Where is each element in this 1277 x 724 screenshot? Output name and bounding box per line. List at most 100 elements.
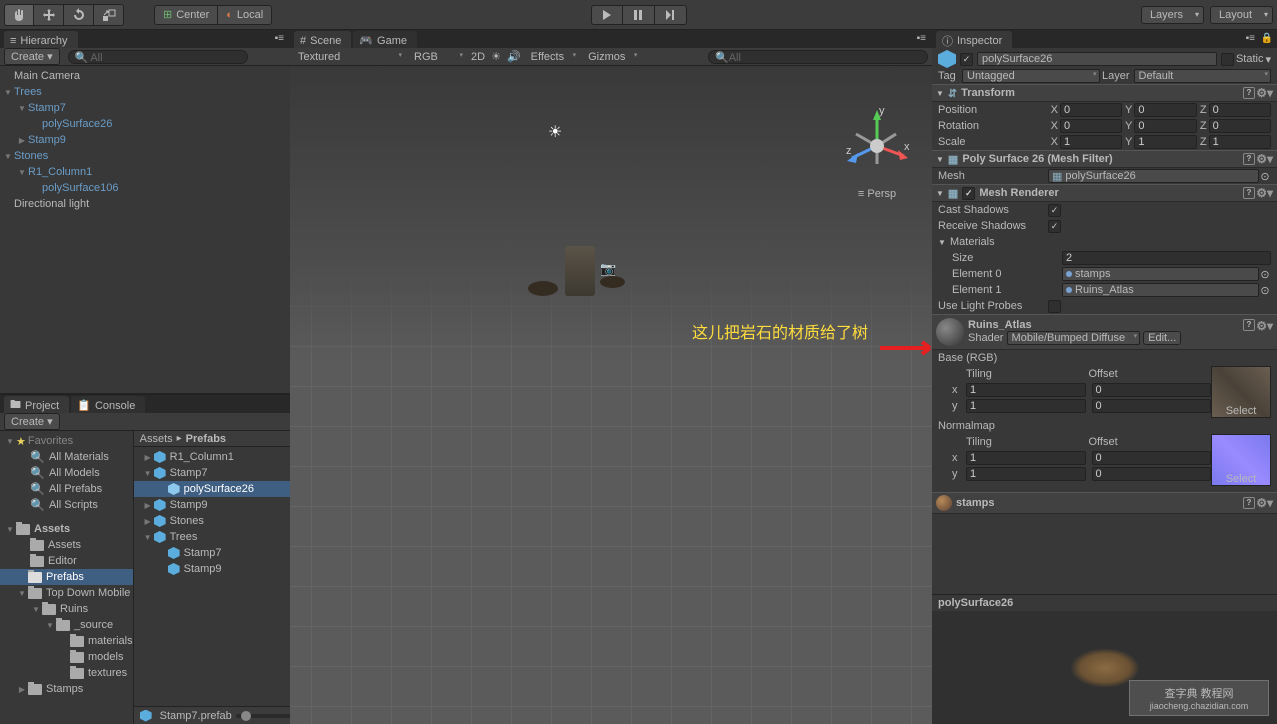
tiling-y[interactable]: 1	[966, 399, 1086, 413]
hand-tool[interactable]	[4, 4, 34, 26]
project-tab[interactable]: 🖿Project	[4, 396, 69, 413]
hierarchy-create[interactable]: Create ▾	[4, 48, 60, 65]
folder-source[interactable]: ▼_source	[0, 617, 133, 633]
draw-mode-dropdown[interactable]: Textured	[294, 51, 404, 63]
hierarchy-item[interactable]: ▼Trees	[0, 84, 290, 100]
folder-stamps[interactable]: ▶Stamps	[0, 681, 133, 697]
scl-y-field[interactable]: 1	[1134, 135, 1196, 149]
object-picker-icon[interactable]: ⊙	[1259, 284, 1271, 297]
help-icon[interactable]: ?	[1243, 497, 1255, 509]
folder-prefabs[interactable]: ▶Prefabs	[0, 569, 133, 585]
scl-x-field[interactable]: 1	[1060, 135, 1122, 149]
gear-icon[interactable]: ⚙▾	[1256, 319, 1273, 333]
asset-tree-stamp7[interactable]: Stamp7	[134, 545, 302, 561]
hierarchy-item[interactable]: ▶Stamp9	[0, 132, 290, 148]
step-button[interactable]	[655, 5, 687, 25]
asset-trees[interactable]: ▼Trees	[134, 529, 302, 545]
persp-label[interactable]: ≡ Persp	[842, 188, 912, 200]
search-all-models[interactable]: 🔍All Models	[0, 465, 133, 481]
tiling-x[interactable]: 1	[966, 383, 1086, 397]
help-icon[interactable]: ?	[1243, 153, 1255, 165]
layout-dropdown[interactable]: Layout	[1210, 6, 1273, 24]
folder-assets-root[interactable]: ▼Assets	[0, 521, 133, 537]
meshfilter-header[interactable]: ▼▦Poly Surface 26 (Mesh Filter)?⚙▾	[932, 150, 1277, 168]
breadcrumb-item[interactable]: Prefabs	[186, 433, 226, 445]
search-all-scripts[interactable]: 🔍All Scripts	[0, 497, 133, 513]
object-picker-icon[interactable]: ⊙	[1259, 268, 1271, 281]
hierarchy-item[interactable]: ▼Stones	[0, 148, 290, 164]
scene-tab[interactable]: #Scene	[294, 31, 351, 48]
renderer-enabled[interactable]: ✓	[962, 187, 975, 200]
hierarchy-item[interactable]: ▼Stamp7	[0, 100, 290, 116]
scl-z-field[interactable]: 1	[1209, 135, 1271, 149]
pos-y-field[interactable]: 0	[1134, 103, 1196, 117]
lock-icon[interactable]: 🔒	[1261, 33, 1273, 44]
nm-offset-y[interactable]: 0	[1092, 467, 1212, 481]
hierarchy-item[interactable]: Main Camera	[0, 68, 290, 84]
console-tab[interactable]: 📋Console	[71, 396, 145, 413]
help-icon[interactable]: ?	[1243, 319, 1255, 331]
meshrenderer-header[interactable]: ▼▦✓Mesh Renderer?⚙▾	[932, 184, 1277, 202]
light-probes-checkbox[interactable]	[1048, 300, 1061, 313]
hierarchy-item[interactable]: polySurface26	[0, 116, 290, 132]
folder-topdownmobile[interactable]: ▼Top Down Mobile	[0, 585, 133, 601]
scale-tool[interactable]	[94, 4, 124, 26]
gizmos-dropdown[interactable]: Gizmos	[584, 51, 639, 63]
nm-offset-x[interactable]: 0	[1092, 451, 1212, 465]
nm-tiling-x[interactable]: 1	[966, 451, 1086, 465]
tag-dropdown[interactable]: Untagged	[962, 69, 1100, 83]
breadcrumb-item[interactable]: Assets	[140, 433, 173, 445]
orientation-gizmo[interactable]: y x z ≡ Persp	[842, 106, 912, 176]
rot-z-field[interactable]: 0	[1209, 119, 1271, 133]
rot-x-field[interactable]: 0	[1060, 119, 1122, 133]
game-tab[interactable]: 🎮Game	[353, 31, 417, 48]
pivot-center[interactable]: ⊞Center	[154, 5, 218, 25]
asset-stamp7[interactable]: ▼Stamp7	[134, 465, 302, 481]
inspector-tab[interactable]: ⓘInspector	[936, 31, 1012, 48]
move-tool[interactable]	[34, 4, 64, 26]
pivot-local[interactable]: ◐Local	[218, 5, 272, 25]
folder-materials[interactable]: materials	[0, 633, 133, 649]
nm-tiling-y[interactable]: 1	[966, 467, 1086, 481]
asset-polysurface26[interactable]: polySurface26	[134, 481, 302, 497]
asset-stamp9[interactable]: ▶Stamp9	[134, 497, 302, 513]
project-create[interactable]: Create ▾	[4, 413, 60, 430]
active-checkbox[interactable]: ✓	[960, 53, 973, 66]
folder-editor[interactable]: Editor	[0, 553, 133, 569]
folder-textures[interactable]: textures	[0, 665, 133, 681]
folder-favorites[interactable]: ▼★Favorites	[0, 433, 133, 449]
layer-dropdown[interactable]: Default	[1134, 69, 1272, 83]
hierarchy-tab[interactable]: ≡Hierarchy	[4, 31, 78, 48]
rotate-tool[interactable]	[64, 4, 94, 26]
panel-menu-icon[interactable]: ▪≡	[917, 33, 926, 44]
edit-shader-button[interactable]: Edit...	[1143, 331, 1181, 345]
asset-tree-stamp9[interactable]: Stamp9	[134, 561, 302, 577]
play-button[interactable]	[591, 5, 623, 25]
lighting-toggle[interactable]: ☀	[491, 50, 501, 63]
pos-z-field[interactable]: 0	[1209, 103, 1271, 117]
layers-dropdown[interactable]: Layers	[1141, 6, 1204, 24]
offset-x[interactable]: 0	[1092, 383, 1212, 397]
receive-shadows-checkbox[interactable]: ✓	[1048, 220, 1061, 233]
hierarchy-item[interactable]: polySurface106	[0, 180, 290, 196]
gameobject-icon[interactable]	[938, 50, 956, 68]
hierarchy-search[interactable]: 🔍All	[68, 50, 248, 64]
asset-stones[interactable]: ▶Stones	[134, 513, 302, 529]
offset-y[interactable]: 0	[1092, 399, 1212, 413]
material-stamps-header[interactable]: stamps ?⚙▾	[932, 492, 1277, 514]
shader-dropdown[interactable]: Mobile/Bumped Diffuse	[1007, 331, 1141, 345]
cast-shadows-checkbox[interactable]: ✓	[1048, 204, 1061, 217]
search-all-materials[interactable]: 🔍All Materials	[0, 449, 133, 465]
scene-search[interactable]: 🔍All	[708, 50, 928, 64]
normalmap-preview[interactable]: Select	[1211, 434, 1271, 486]
audio-toggle[interactable]: 🔊	[507, 50, 521, 63]
static-toggle[interactable]: Static ▾	[1221, 53, 1271, 66]
folder-ruins[interactable]: ▼Ruins	[0, 601, 133, 617]
transform-header[interactable]: ▼⇵Transform?⚙▾	[932, 84, 1277, 102]
texture-preview[interactable]: Select	[1211, 366, 1271, 418]
pause-button[interactable]	[623, 5, 655, 25]
effects-dropdown[interactable]: Effects	[527, 51, 578, 63]
pos-x-field[interactable]: 0	[1060, 103, 1122, 117]
rot-y-field[interactable]: 0	[1134, 119, 1196, 133]
object-name-field[interactable]: polySurface26	[977, 52, 1217, 66]
